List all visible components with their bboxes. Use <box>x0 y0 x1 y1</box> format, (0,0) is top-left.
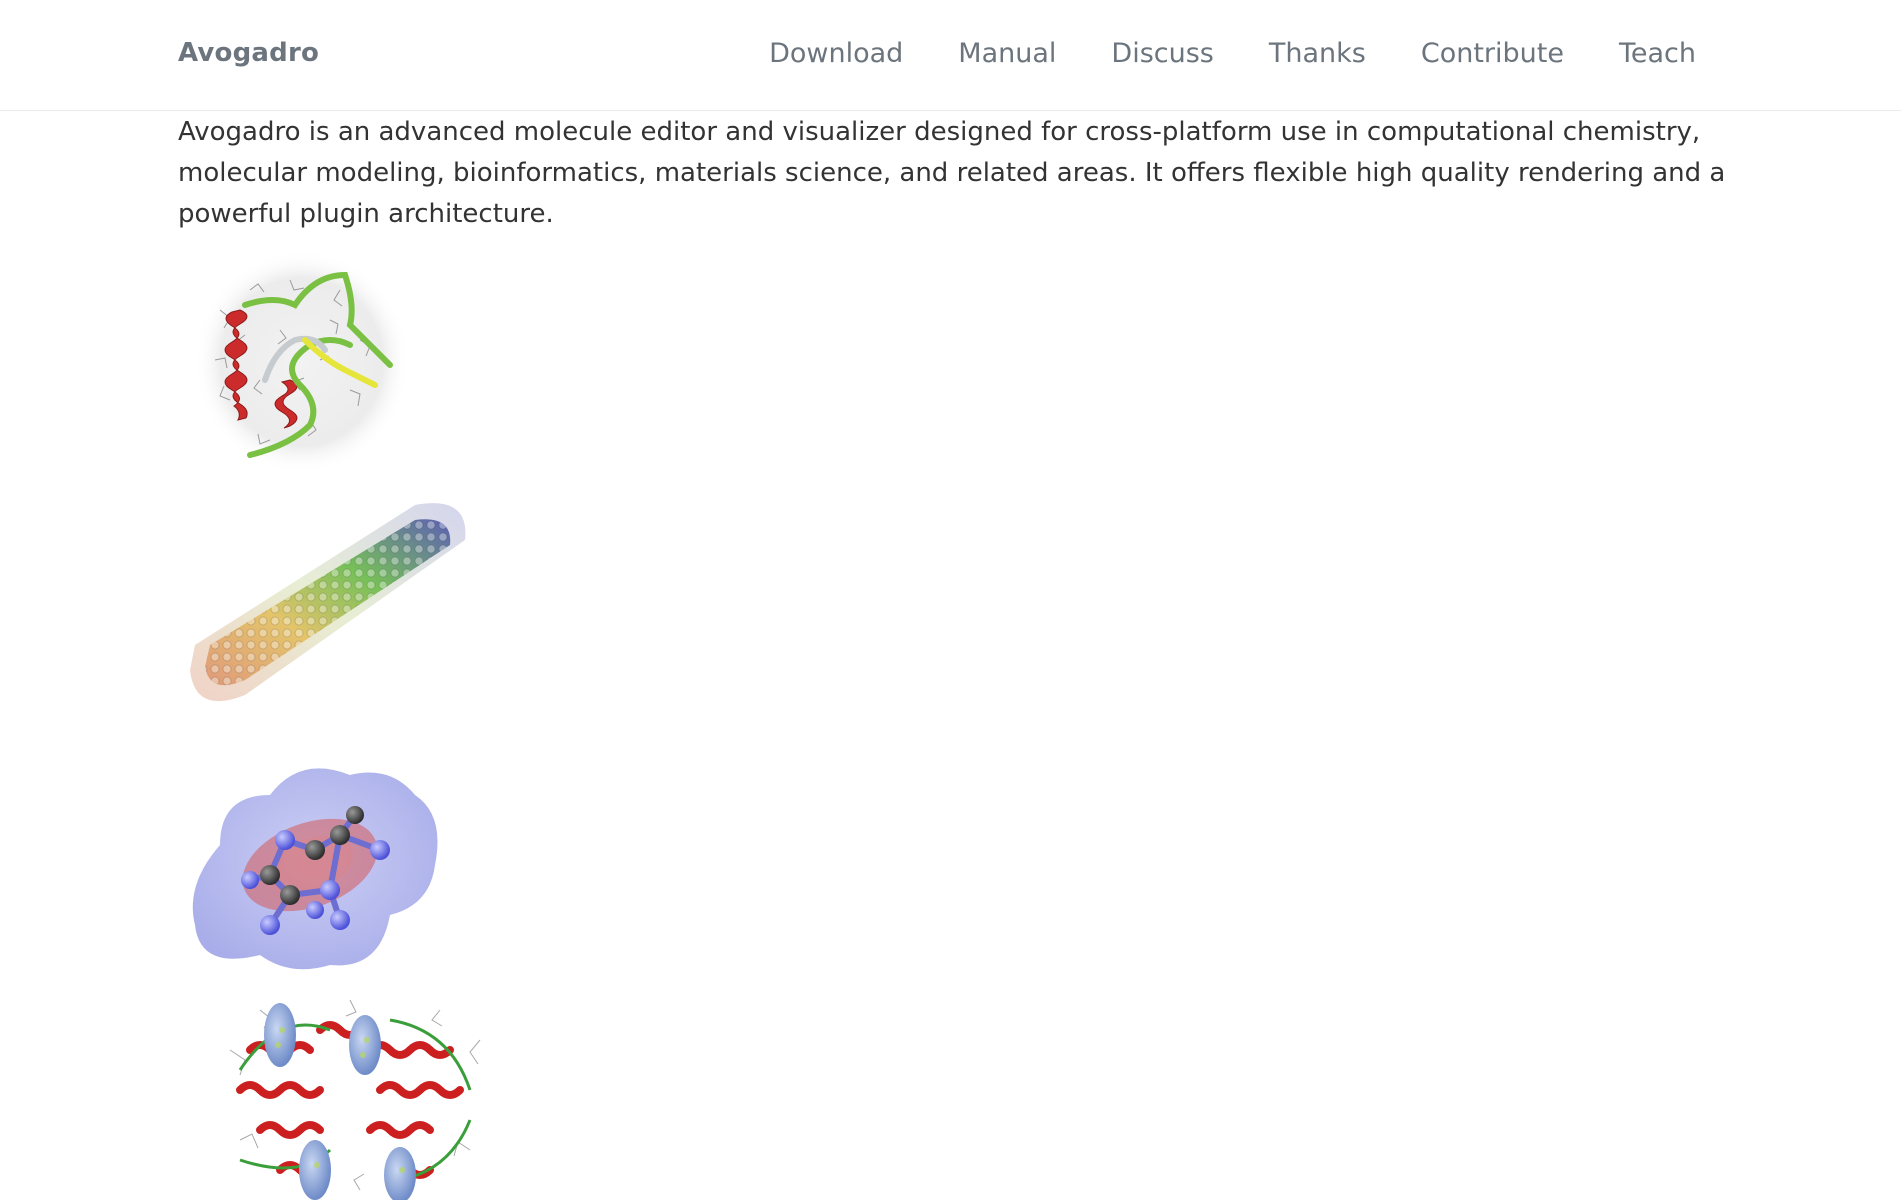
nav-link-thanks[interactable]: Thanks <box>1269 38 1366 69</box>
protein-complex-image <box>229 999 481 1200</box>
navbar: Avogadro Download Manual Discuss Thanks … <box>0 0 1901 111</box>
nav-link-contribute[interactable]: Contribute <box>1421 38 1564 69</box>
nav-link-discuss[interactable]: Discuss <box>1111 38 1213 69</box>
molecular-surface-image <box>192 768 438 970</box>
brand-logo-link[interactable]: Avogadro <box>178 38 319 68</box>
protein-ribbon-image <box>194 250 410 474</box>
nav-links: Download Manual Discuss Thanks Contribut… <box>769 38 1696 69</box>
nav-link-download[interactable]: Download <box>769 38 903 69</box>
intro-paragraph: Avogadro is an advanced molecule editor … <box>178 117 1726 229</box>
nav-link-teach[interactable]: Teach <box>1619 38 1696 69</box>
nav-link-manual[interactable]: Manual <box>958 38 1056 69</box>
carbon-nanotube-image <box>190 503 466 702</box>
